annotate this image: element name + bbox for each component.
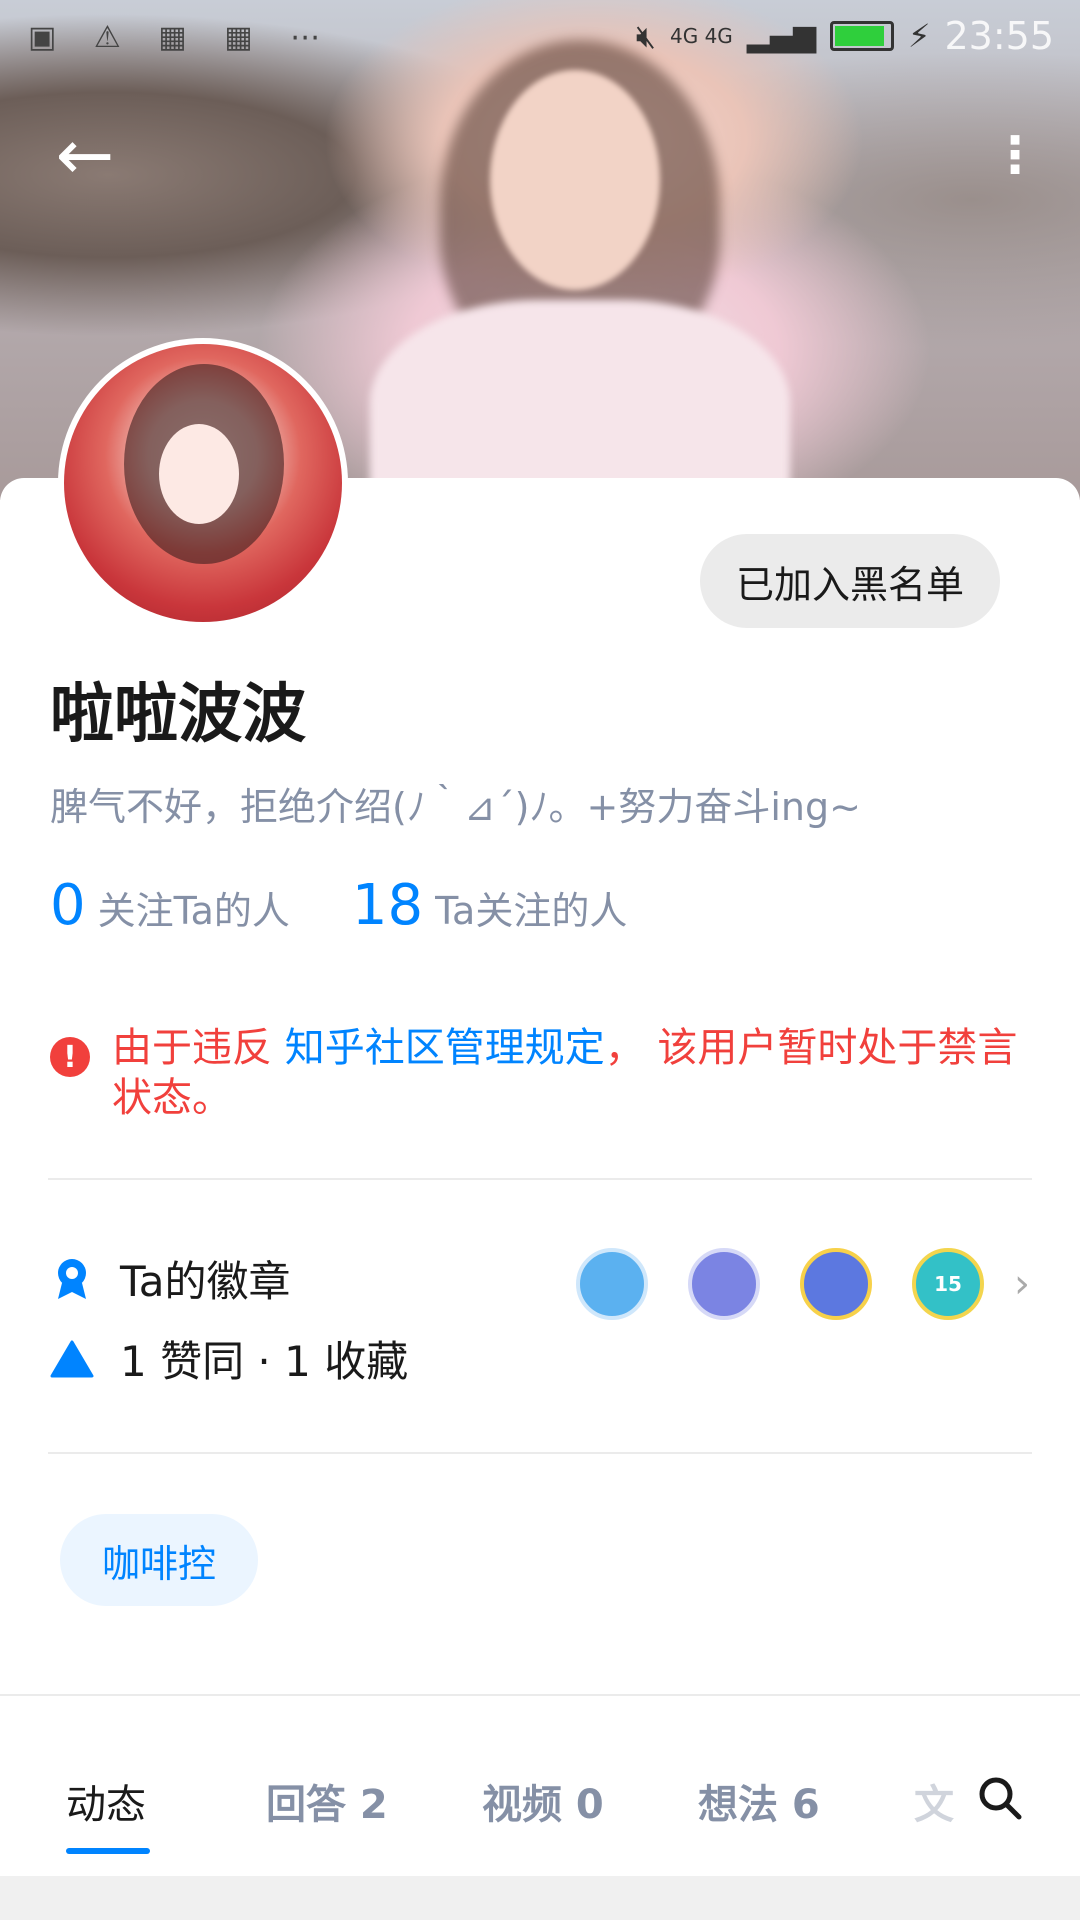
followers-count[interactable]: 0 <box>50 873 86 938</box>
badge-15-days-icon: 15 <box>912 1248 984 1320</box>
blacklist-button[interactable]: 已加入黑名单 <box>700 534 1000 628</box>
charging-icon: ⚡ <box>908 17 931 55</box>
chevron-right-icon: › <box>1014 1261 1030 1307</box>
cover-figure-dress <box>370 300 790 500</box>
ban-notice: ! 由于违反 知乎社区管理规定， 该用户暂时处于禁言状态。 <box>50 1023 1030 1123</box>
profile-tabs: 动态 回答 2 视频 0 想法 6 文 <box>0 1744 1080 1864</box>
avatar[interactable] <box>58 338 348 628</box>
notice-text-before: 由于违反 <box>112 1025 285 1071</box>
likes-favorites-row: 1 赞同 · 1 收藏 <box>50 1328 408 1389</box>
profile-name: 啦啦波波 <box>50 678 306 752</box>
more-options-button[interactable]: ⋮ <box>970 110 1060 200</box>
signal-icon: ▂▄▆ <box>746 18 817 54</box>
badge-chat-bear-icon <box>688 1248 760 1320</box>
interest-tag[interactable]: 咖啡控 <box>60 1514 258 1606</box>
back-arrow-icon: ← <box>55 114 115 196</box>
status-bar: ▣ ⚠ ▦ ▦ ⋯ 🔇︎ 4G 4G ▂▄▆ ⚡ 23:55 <box>0 0 1080 72</box>
tab-activity[interactable]: 动态 <box>66 1772 146 1830</box>
upvote-triangle-icon <box>50 1337 94 1381</box>
badge-list[interactable]: 15 › <box>536 1248 1030 1320</box>
warning-icon: ! <box>50 1037 90 1077</box>
badge-ribbon-icon <box>50 1257 94 1301</box>
divider <box>48 1452 1032 1454</box>
profile-card: 已加入黑名单 啦啦波波 脾气不好，拒绝介绍(ﾉ｀⊿´)ﾉ。+努力奋斗ing~ 0… <box>0 338 1080 1920</box>
profile-bio: 脾气不好，拒绝介绍(ﾉ｀⊿´)ﾉ。+努力奋斗ing~ <box>50 785 861 829</box>
search-button[interactable] <box>970 1768 1030 1828</box>
bottom-strip <box>0 1876 1080 1920</box>
following-label[interactable]: Ta关注的人 <box>435 880 627 935</box>
tab-thoughts[interactable]: 想法 6 <box>698 1772 820 1830</box>
badge-star-bear-icon <box>800 1248 872 1320</box>
badge-polar-bear-icon <box>576 1248 648 1320</box>
divider <box>48 1178 1032 1180</box>
back-button[interactable]: ← <box>40 110 130 200</box>
status-left-icons: ▣ ⚠ ▦ ▦ ⋯ <box>28 20 335 55</box>
community-rules-link[interactable]: 知乎社区管理规定 <box>285 1025 605 1071</box>
tab-articles[interactable]: 文 <box>914 1772 954 1830</box>
likes-favorites-text: 1 赞同 · 1 收藏 <box>120 1337 409 1386</box>
more-vertical-icon: ⋮ <box>990 126 1040 184</box>
clock: 23:55 <box>944 14 1054 58</box>
battery-icon <box>830 21 895 51</box>
active-tab-indicator <box>66 1848 150 1854</box>
following-count[interactable]: 18 <box>352 873 423 938</box>
section-divider <box>0 1694 1080 1696</box>
tab-videos[interactable]: 视频 0 <box>482 1772 604 1830</box>
follow-stats: 0 关注Ta的人 18 Ta关注的人 <box>50 873 689 938</box>
network-indicator: 4G 4G <box>669 24 733 48</box>
mute-icon: 🔇︎ <box>635 16 656 55</box>
status-right: 🔇︎ 4G 4G ▂▄▆ ⚡ 23:55 <box>636 14 1054 58</box>
followers-label[interactable]: 关注Ta的人 <box>98 880 290 935</box>
search-icon <box>979 1777 1022 1820</box>
badges-row[interactable]: Ta的徽章 <box>50 1248 290 1309</box>
badges-label: Ta的徽章 <box>120 1257 291 1306</box>
cover-figure-face <box>490 70 660 290</box>
tab-answers[interactable]: 回答 2 <box>266 1772 388 1830</box>
